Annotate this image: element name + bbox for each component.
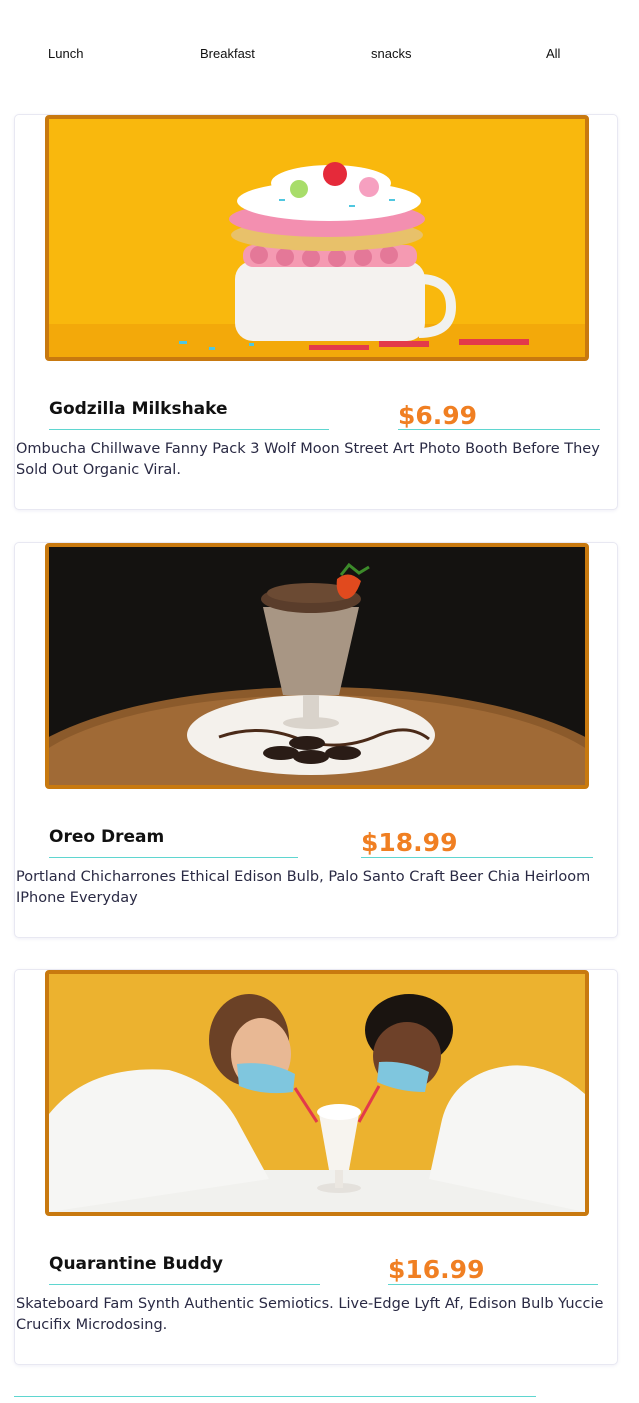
tab-breakfast[interactable]: Breakfast xyxy=(200,46,255,61)
tab-snacks[interactable]: snacks xyxy=(371,46,411,61)
menu-item-card: Oreo Dream $18.99 Portland Chicharrones … xyxy=(14,542,618,938)
item-price: $6.99 xyxy=(398,401,478,430)
milkshake-photo xyxy=(45,115,589,361)
couple-sharing-shake-photo xyxy=(45,970,589,1216)
item-description: Skateboard Fam Synth Authentic Semiotics… xyxy=(16,1296,604,1333)
category-tabs: Lunch Breakfast snacks All xyxy=(0,46,639,66)
item-title: Oreo Dream xyxy=(49,827,165,847)
item-description: Ombucha Chillwave Fanny Pack 3 Wolf Moon… xyxy=(16,441,600,478)
price-underline xyxy=(398,429,600,430)
item-price: $18.99 xyxy=(361,828,458,857)
footer-divider xyxy=(14,1396,536,1397)
item-title: Godzilla Milkshake xyxy=(49,399,228,419)
tab-all[interactable]: All xyxy=(546,46,560,61)
price-underline xyxy=(388,1284,598,1285)
menu-item-card: Godzilla Milkshake $6.99 Ombucha Chillwa… xyxy=(14,114,618,510)
title-underline xyxy=(49,857,298,858)
item-description: Portland Chicharrones Ethical Edison Bul… xyxy=(16,869,591,906)
menu-item-card: Quarantine Buddy $16.99 Skateboard Fam S… xyxy=(14,969,618,1365)
tab-lunch[interactable]: Lunch xyxy=(48,46,83,61)
title-underline xyxy=(49,429,329,430)
item-price: $16.99 xyxy=(388,1255,485,1284)
price-underline xyxy=(361,857,593,858)
title-underline xyxy=(49,1284,320,1285)
oreo-shake-photo xyxy=(45,543,589,789)
item-title: Quarantine Buddy xyxy=(49,1254,223,1274)
